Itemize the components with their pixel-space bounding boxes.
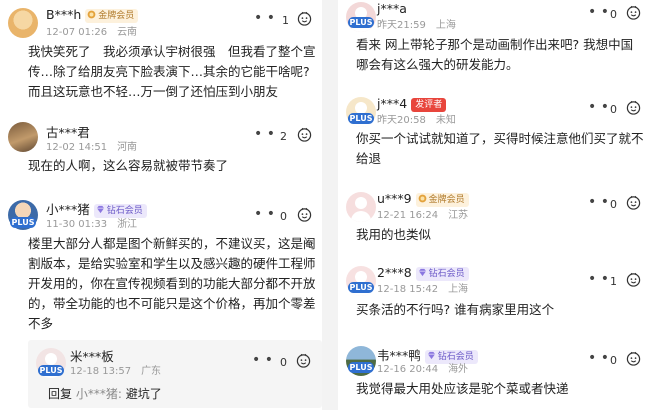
comment-meta: 12-16 20:44 海外 xyxy=(377,364,469,375)
like-count: 2 xyxy=(280,130,287,143)
member-badge: 钻石会员 xyxy=(415,267,469,281)
comment-meta: 11-30 01:33 浙江 xyxy=(46,219,138,230)
author-badge: 发评者 xyxy=(411,98,447,112)
reply-meta: 12-18 13:57 广东 xyxy=(70,366,162,377)
like-count: 0 xyxy=(610,198,617,211)
more-dots-icon[interactable]: • • xyxy=(588,4,609,20)
comment-item: PLUS j***4 发评者 昨天20:58 未知 • • 0 你买一个试试就知道… xyxy=(338,93,660,177)
comment-item: PLUS 韦***鸭 钻石会员 12-16 20:44 海外 • • 0 我觉得最… xyxy=(338,340,660,410)
thumb-face-icon[interactable] xyxy=(626,351,641,366)
thumb-face-icon[interactable] xyxy=(626,5,641,20)
column-divider xyxy=(322,0,338,410)
avatar[interactable] xyxy=(8,8,38,38)
thumb-face-icon[interactable] xyxy=(626,195,641,210)
username[interactable]: B***h 金牌会员 xyxy=(46,7,139,23)
plus-badge: PLUS xyxy=(348,17,374,28)
thumb-face-icon[interactable] xyxy=(297,127,312,142)
more-dots-icon[interactable]: • • xyxy=(588,271,609,287)
username[interactable]: u***9 金牌会员 xyxy=(377,191,469,207)
comment-meta: 12-02 14:51 河南 xyxy=(46,142,138,153)
more-dots-icon[interactable]: • • xyxy=(588,194,609,210)
thumb-face-icon[interactable] xyxy=(297,11,312,26)
comment-item: PLUS j***a 昨天21:59 上海 • • 0 看来 网上带轮子那个是动… xyxy=(338,0,660,88)
comment-text: 我觉得最大用处应该是驼个菜或者快递 xyxy=(356,381,569,396)
comment-item: PLUS 2***8 钻石会员 12-18 15:42 上海 • • 1 买条活的… xyxy=(338,262,660,326)
comment-meta: 12-21 16:24 江苏 xyxy=(377,210,469,221)
comment-text: 买条活的不行吗? 谁有病家里用这个 xyxy=(356,302,555,317)
comment-text: 楼里大部分人都是图个新鲜买的，不建议买，这是阉 割版本，是给实验室和学生以及感兴… xyxy=(28,236,316,331)
more-dots-icon[interactable]: • • xyxy=(254,10,275,26)
thumb-face-icon[interactable] xyxy=(297,207,312,222)
avatar[interactable] xyxy=(346,192,376,222)
comment-item: 古***君 12-02 14:51 河南 • • 2 现在的人啊，这么容易就被带… xyxy=(0,114,322,186)
like-count: 0 xyxy=(610,8,617,21)
like-count: 1 xyxy=(610,275,617,288)
comment-column-left: B***h 金牌会员 12-07 01:26 云南 • • 1 我快笑死了 我必须… xyxy=(0,0,322,410)
more-dots-icon[interactable]: • • xyxy=(252,352,273,368)
username[interactable]: 2***8 钻石会员 xyxy=(377,265,469,281)
plus-badge: PLUS xyxy=(348,113,374,124)
more-dots-icon[interactable]: • • xyxy=(588,99,609,115)
member-badge: 金牌会员 xyxy=(415,193,469,207)
like-count: 0 xyxy=(610,354,617,367)
plus-badge: PLUS xyxy=(10,217,36,228)
comment-item: PLUS 小***猪 钻石会员 11-30 01:33 浙江 • • 0 楼里大部… xyxy=(0,192,322,334)
diamond-icon xyxy=(427,351,436,360)
username[interactable]: j***4 发评者 xyxy=(377,96,447,112)
thumb-face-icon[interactable] xyxy=(296,353,311,368)
comment-meta: 12-18 15:42 上海 xyxy=(377,284,469,295)
comment-text: 现在的人啊，这么容易就被带节奏了 xyxy=(28,158,229,173)
member-badge: 金牌会员 xyxy=(85,9,139,23)
more-dots-icon[interactable]: • • xyxy=(588,350,609,366)
comment-item: B***h 金牌会员 12-07 01:26 云南 • • 1 我快笑死了 我必须… xyxy=(0,0,322,110)
more-dots-icon[interactable]: • • xyxy=(254,206,275,222)
avatar[interactable] xyxy=(8,122,38,152)
like-count: 0 xyxy=(610,103,617,116)
comment-column-right: PLUS j***a 昨天21:59 上海 • • 0 看来 网上带轮子那个是动… xyxy=(338,0,660,410)
like-count: 0 xyxy=(280,356,287,369)
comment-meta: 昨天21:59 上海 xyxy=(377,20,456,31)
plus-badge: PLUS xyxy=(348,362,374,373)
comment-meta: 昨天20:58 未知 xyxy=(377,115,456,126)
plus-badge: PLUS xyxy=(38,365,64,376)
gold-medal-icon xyxy=(418,194,427,203)
thumb-face-icon[interactable] xyxy=(626,100,641,115)
reply-text: 回复 小***猪: 避坑了 xyxy=(48,387,162,401)
username[interactable]: j***a xyxy=(377,1,407,16)
diamond-icon xyxy=(418,268,427,277)
plus-badge: PLUS xyxy=(348,282,374,293)
comment-text: 看来 网上带轮子那个是动画制作出来吧? 我想中国 哪会有这么强大的研发能力。 xyxy=(356,37,634,72)
reply-to-user[interactable]: 小***猪: xyxy=(76,387,122,401)
like-count: 0 xyxy=(280,210,287,223)
reply-item: PLUS 米***板 12-18 13:57 广东 • • 0 回复 小***猪… xyxy=(28,340,322,408)
comment-item: u***9 金牌会员 12-21 16:24 江苏 • • 0 我用的也类似 xyxy=(338,186,660,248)
like-count: 1 xyxy=(282,14,289,27)
comment-meta: 12-07 01:26 云南 xyxy=(46,27,138,38)
comment-text: 你买一个试试就知道了，买得时候注意他们买了就不 给退 xyxy=(356,131,644,166)
comment-text: 我用的也类似 xyxy=(356,227,432,242)
thumb-face-icon[interactable] xyxy=(626,272,641,287)
gold-medal-icon xyxy=(87,10,96,19)
more-dots-icon[interactable]: • • xyxy=(254,126,275,142)
diamond-icon xyxy=(96,205,105,214)
comment-text: 我快笑死了 我必须承认宇树很强 但我看了整个宣 传…除了给朋友亮下脸表演下…其余… xyxy=(28,44,316,99)
